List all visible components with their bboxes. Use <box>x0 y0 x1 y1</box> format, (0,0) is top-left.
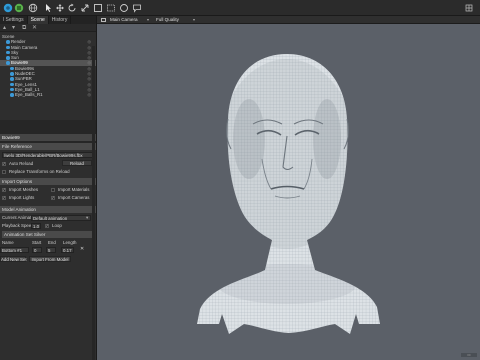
anim-end-field[interactable]: 5 <box>46 247 56 253</box>
wireframe-head-bust <box>197 54 380 334</box>
loop-label: Loop <box>52 223 62 228</box>
replace-transforms-checkbox[interactable] <box>2 170 6 174</box>
delete-icon[interactable]: ✕ <box>32 25 37 31</box>
col-length: Length <box>63 240 77 245</box>
grid-icon[interactable] <box>464 3 474 13</box>
col-name: Name <box>2 240 14 245</box>
import-materials-checkbox[interactable] <box>51 188 55 192</box>
import-meshes-checkbox[interactable] <box>2 187 6 192</box>
viewport-corner-badge: ≡≡ <box>461 353 477 357</box>
node-icon <box>10 72 14 76</box>
left-panel: l Settings Scene History ▴ ▾ ⧉ ✕ Scene Re… <box>0 16 97 360</box>
add-new-set-button[interactable]: Add New Set <box>0 256 27 262</box>
chevron-down-icon: ▾ <box>86 215 89 220</box>
loop-checkbox[interactable] <box>45 223 49 228</box>
scene-tree: Scene Render ◎ Main Camera ◎ Sky ◎ Sun ◎ Bowie99 ◎… <box>0 34 96 98</box>
auto-reload-label: Auto Reload <box>9 161 34 166</box>
node-icon <box>6 50 10 55</box>
lasso-icon[interactable] <box>106 3 116 13</box>
import-cameras-checkbox[interactable] <box>51 195 55 200</box>
auto-reload-checkbox[interactable] <box>2 161 6 166</box>
file-reference-header[interactable]: File Reference <box>0 143 96 150</box>
rotate-icon[interactable] <box>67 3 77 13</box>
anim-start-field[interactable]: 0 <box>32 247 42 253</box>
object-title: Bowie99 <box>0 134 96 141</box>
viewport-icon[interactable] <box>14 3 24 13</box>
node-icon <box>10 77 14 81</box>
3d-viewport[interactable]: ≡≡ <box>97 24 480 360</box>
node-icon <box>10 82 14 87</box>
node-icon <box>10 93 14 97</box>
remove-row-icon[interactable]: ✕ <box>78 246 86 253</box>
animation-list-header: Animation Set Silver <box>2 231 92 238</box>
panel-scrollbar[interactable] <box>92 46 95 360</box>
node-icon <box>6 56 10 60</box>
col-end: End <box>48 240 56 245</box>
reload-button[interactable]: Reload <box>62 160 92 166</box>
model-animation-header[interactable]: Model Animation <box>0 206 96 213</box>
node-icon <box>6 61 10 65</box>
import-from-model-button[interactable]: Import From Model <box>29 256 71 262</box>
current-animation-dropdown[interactable]: Default animation <box>31 215 91 221</box>
camera-chevron-icon: ▾ <box>147 17 150 22</box>
frame-icon[interactable] <box>93 3 103 13</box>
duplicate-icon[interactable]: ⧉ <box>22 25 26 31</box>
move-icon[interactable] <box>55 3 65 13</box>
speech-icon[interactable] <box>132 3 142 13</box>
replace-transforms-label: Replace Transforms on Reload <box>9 169 70 174</box>
import-materials-label: Import Materials <box>58 187 90 192</box>
import-lights-checkbox[interactable] <box>2 195 6 200</box>
pointer-icon[interactable] <box>43 3 53 13</box>
node-icon <box>10 87 14 92</box>
collapse-icon[interactable]: ▴ <box>3 25 6 31</box>
camera-icon <box>101 18 106 22</box>
import-lights-label: Import Lights <box>9 195 35 200</box>
anim-name-field[interactable]: Bottom #1 <box>0 247 29 253</box>
import-cameras-label: Import Cameras <box>58 195 90 200</box>
file-path-field[interactable]: /welo 3D/Renderable/PBR/Bowie99s.fbx <box>2 152 94 158</box>
app-window: l Settings Scene History ▴ ▾ ⧉ ✕ Scene Re… <box>0 0 480 360</box>
import-options-header[interactable]: Import Options <box>0 178 96 185</box>
tree-toolbar: ▴ ▾ ⧉ ✕ <box>0 24 96 32</box>
visibility-icon[interactable]: ◎ <box>88 92 92 97</box>
playback-speed-input[interactable]: 1.0 <box>31 223 41 229</box>
quality-select[interactable]: Full Quality <box>155 17 191 23</box>
current-animation-label: Current Animation: <box>2 215 39 220</box>
circle-select-icon[interactable] <box>119 3 129 13</box>
tab-history[interactable]: History <box>49 16 72 24</box>
expand-icon[interactable]: ▾ <box>12 25 15 31</box>
anim-length-field[interactable]: 0.17 <box>61 247 74 253</box>
import-meshes-label: Import Meshes <box>9 187 39 192</box>
quality-chevron-icon: ▾ <box>193 17 196 22</box>
playback-speed-label: Playback Speed <box>2 223 34 228</box>
node-icon <box>6 45 10 50</box>
col-start: Start <box>32 240 42 245</box>
top-toolbar <box>0 0 480 16</box>
tab-settings[interactable]: l Settings <box>0 16 28 24</box>
panel-tabs: l Settings Scene History <box>0 16 96 24</box>
node-icon <box>10 66 14 71</box>
tree-item[interactable]: Eye_Balls_R1 ◎ <box>0 92 96 98</box>
globe-icon[interactable] <box>28 3 38 13</box>
tab-scene[interactable]: Scene <box>27 16 49 24</box>
camera-select[interactable]: Main Camera <box>109 17 145 23</box>
scale-icon[interactable] <box>80 3 90 13</box>
tree-item-label: Eye_Balls_R1 <box>15 92 43 98</box>
viewport-toolbar: Main Camera ▾ Full Quality ▾ <box>97 16 480 24</box>
node-icon <box>6 40 10 44</box>
app-logo-icon[interactable] <box>3 3 13 13</box>
